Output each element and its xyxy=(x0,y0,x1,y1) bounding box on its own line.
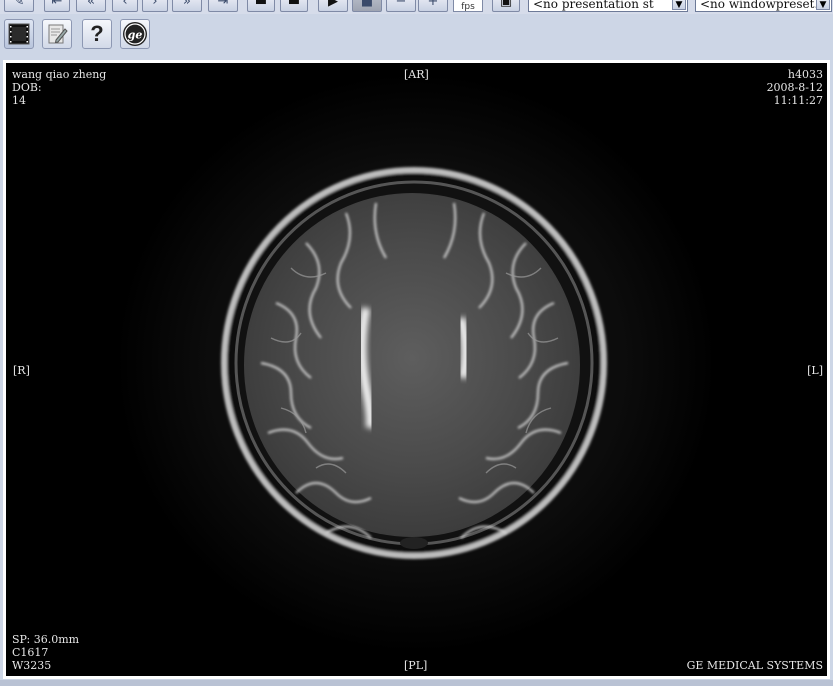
status-strip xyxy=(0,680,833,686)
prev-frame-icon[interactable]: ‹ xyxy=(112,0,138,12)
edit-note-icon xyxy=(48,24,68,44)
display-icon[interactable]: ▣ xyxy=(492,0,520,12)
stop-icon[interactable]: ■ xyxy=(352,0,382,12)
dob-label: DOB: xyxy=(12,81,42,94)
top-toolbar: ✎ ⇤ « ‹ › » ⇥ ▬ ▬ ▶ ■ − + fps ▣ <no pres… xyxy=(0,0,833,14)
window-preset-value: <no windowpreset. xyxy=(700,0,819,11)
last-frame-icon[interactable]: ⇥ xyxy=(208,0,238,12)
study-time: 11:11:27 xyxy=(773,94,823,107)
orientation-top: [AR] xyxy=(404,68,429,81)
window-center: C1617 xyxy=(12,646,49,659)
slice-position: SP: 36.0mm xyxy=(12,633,80,646)
patient-name: wang qiao zheng xyxy=(12,68,107,81)
edit-report-button[interactable] xyxy=(42,19,72,49)
fps-field[interactable]: fps xyxy=(453,0,483,12)
chevron-down-icon[interactable]: ▼ xyxy=(672,0,686,10)
play-icon[interactable]: ▶ xyxy=(318,0,348,12)
image-viewer-icon xyxy=(8,23,30,45)
increase-fps-icon[interactable]: + xyxy=(418,0,448,12)
presentation-state-value: <no presentation st xyxy=(533,0,654,11)
layout-select-icon[interactable]: ▬ xyxy=(247,0,275,12)
help-button[interactable]: ? xyxy=(82,19,112,49)
svg-text:ge: ge xyxy=(128,29,143,42)
chevron-down-icon[interactable]: ▼ xyxy=(816,0,830,10)
manufacturer-label: GE MEDICAL SYSTEMS xyxy=(686,659,823,672)
mri-brain-image xyxy=(116,73,716,653)
layout-select-2-icon[interactable]: ▬ xyxy=(280,0,308,12)
patient-age: 14 xyxy=(12,94,26,107)
first-frame-icon[interactable]: ⇤ xyxy=(44,0,70,12)
decrease-fps-icon[interactable]: − xyxy=(386,0,416,12)
study-id: h4033 xyxy=(787,68,823,81)
next-frame-icon[interactable]: › xyxy=(142,0,168,12)
ge-about-button[interactable]: ge xyxy=(120,19,150,49)
orientation-right: [L] xyxy=(807,364,823,377)
annotation-icon[interactable]: ✎ xyxy=(4,0,34,12)
presentation-state-select[interactable]: <no presentation st ▼ xyxy=(528,0,688,12)
image-viewer-button[interactable] xyxy=(4,19,34,49)
secondary-toolbar: ? ge xyxy=(0,14,833,58)
image-viewport[interactable]: wang qiao zheng DOB: 14 [AR] [PL] [R] [L… xyxy=(6,63,827,676)
orientation-bottom: [PL] xyxy=(404,659,428,672)
help-icon: ? xyxy=(90,21,104,46)
fast-back-icon[interactable]: « xyxy=(76,0,106,12)
window-preset-select[interactable]: <no windowpreset. ▼ xyxy=(695,0,832,12)
orientation-left: [R] xyxy=(13,364,30,377)
ge-logo-icon: ge xyxy=(123,22,147,46)
fast-forward-icon[interactable]: » xyxy=(172,0,202,12)
window-width: W3235 xyxy=(12,659,52,672)
image-viewport-frame: wang qiao zheng DOB: 14 [AR] [PL] [R] [L… xyxy=(3,60,830,679)
study-date: 2008-8-12 xyxy=(766,81,823,94)
